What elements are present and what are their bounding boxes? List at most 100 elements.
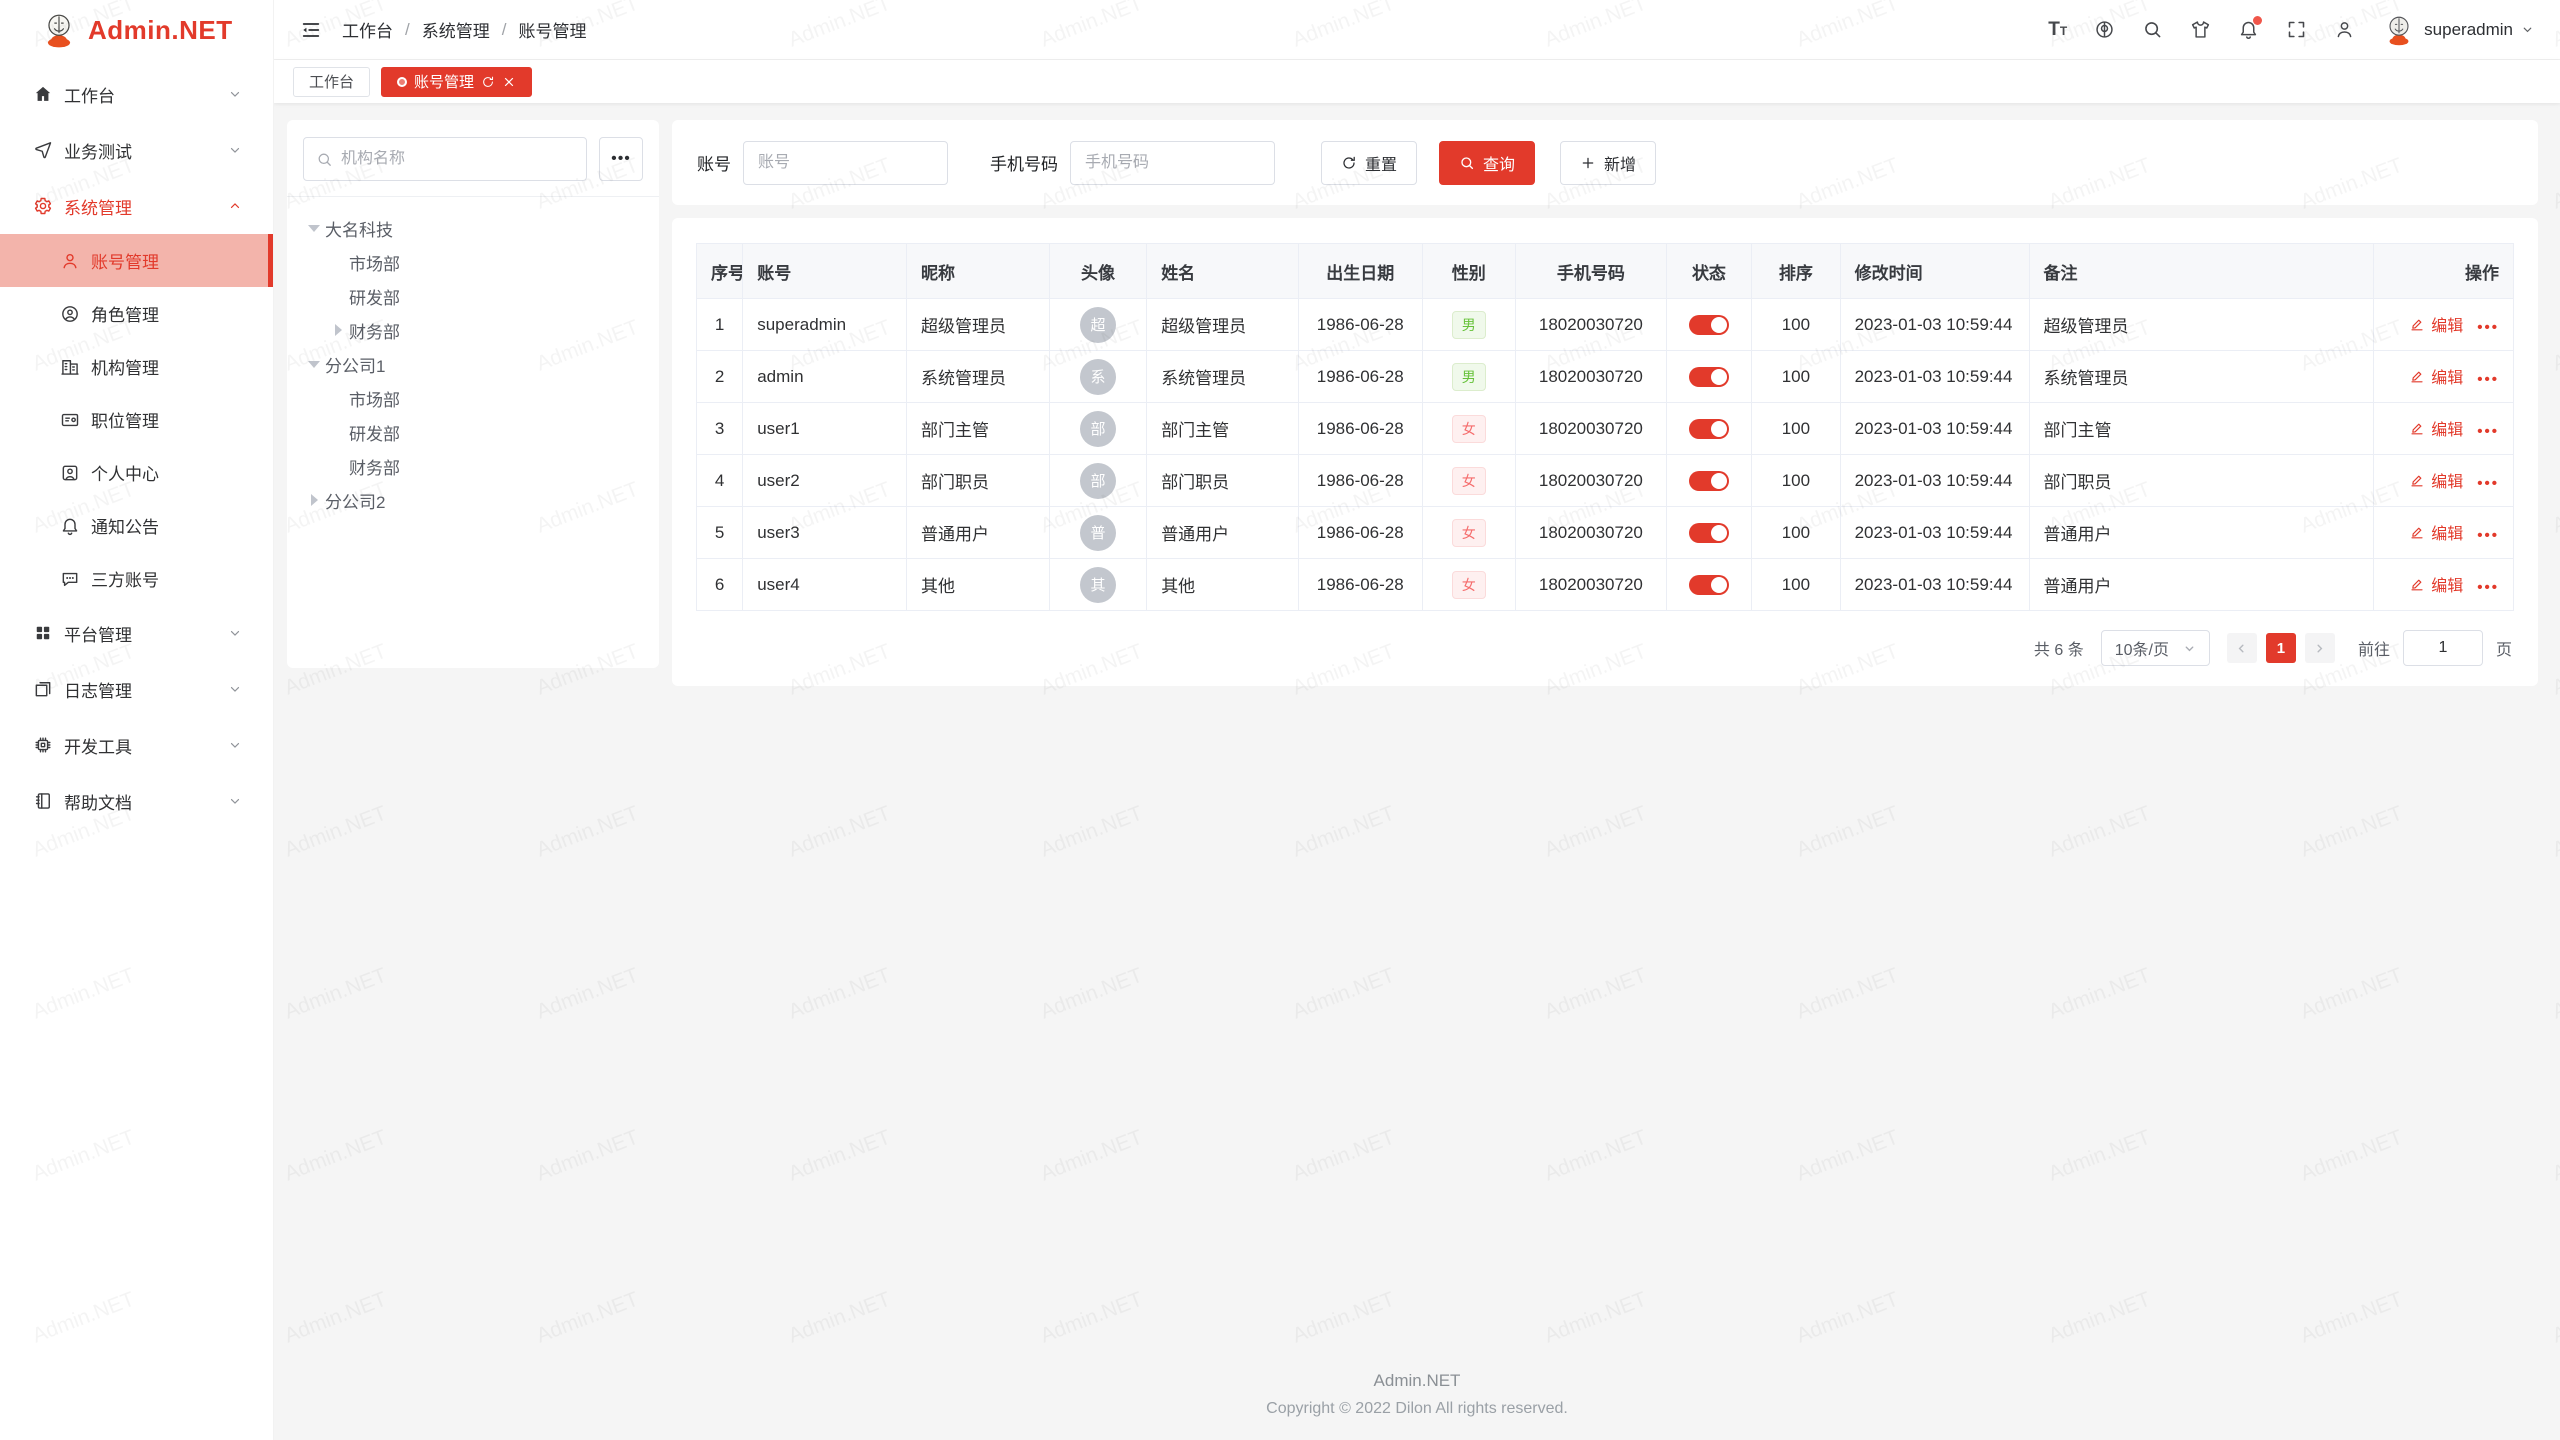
breadcrumb-item[interactable]: 工作台 [342,17,393,42]
theme-icon[interactable] [2190,19,2211,40]
page-number-button[interactable]: 1 [2266,633,2296,663]
cell-account: user1 [743,403,907,455]
search-icon[interactable] [2142,19,2163,40]
next-page-button[interactable] [2305,633,2335,663]
user-menu[interactable]: superadmin [2382,13,2534,47]
font-size-icon[interactable]: TT [2048,20,2067,39]
status-toggle[interactable] [1689,315,1729,335]
menu-label: 账号管理 [91,248,253,273]
table-row: 6user4其他其其他1986-06-28女180200307201002023… [697,559,2514,611]
breadcrumb-item[interactable]: 系统管理 [422,17,490,42]
sidebar-item-workbench[interactable]: 工作台 [0,66,273,122]
tree-node[interactable]: 研发部 [295,279,651,313]
tab-refresh-icon[interactable] [481,75,495,89]
pagination-total: 共 6 条 [2034,636,2084,660]
edit-button[interactable]: 编辑 [2409,416,2463,440]
reset-button[interactable]: 重置 [1321,141,1417,185]
sidebar-subitem-notice[interactable]: 通知公告 [0,499,273,552]
tree-node[interactable]: 财务部 [295,449,651,483]
language-icon[interactable] [2094,19,2115,40]
avatar: 普 [1080,515,1116,551]
fullscreen-icon[interactable] [2286,19,2307,40]
caret-down-icon[interactable] [303,225,325,232]
sidebar-subitem-third-account[interactable]: 三方账号 [0,552,273,605]
notification-icon[interactable] [2238,19,2259,40]
cell-sort: 100 [1752,507,1840,559]
tree-node[interactable]: 分公司1 [295,347,651,381]
cell-gender: 女 [1422,403,1515,455]
tree-node[interactable]: 市场部 [295,245,651,279]
menu-label: 帮助文档 [64,789,228,814]
cell-status [1666,403,1751,455]
edit-button[interactable]: 编辑 [2409,572,2463,596]
search-icon [316,151,333,168]
phone-input[interactable] [1070,141,1275,185]
breadcrumb-separator: / [405,20,410,40]
sidebar-subitem-personal-center[interactable]: 个人中心 [0,446,273,499]
user-icon[interactable] [2334,19,2355,40]
sidebar-item-log-mgmt[interactable]: 日志管理 [0,661,273,717]
more-actions-button[interactable]: ••• [2477,319,2499,336]
tree-node[interactable]: 研发部 [295,415,651,449]
tree-node[interactable]: 大名科技 [295,211,651,245]
gender-badge: 女 [1452,519,1486,547]
more-actions-button[interactable]: ••• [2477,423,2499,440]
sidebar-subitem-org-mgmt[interactable]: 机构管理 [0,340,273,393]
sidebar-subitem-account-mgmt[interactable]: 账号管理 [0,234,273,287]
edit-button[interactable]: 编辑 [2409,468,2463,492]
edit-button[interactable]: 编辑 [2409,312,2463,336]
page-size-select[interactable]: 10条/页 [2101,630,2210,666]
tree-node-label: 财务部 [349,318,400,343]
sidebar-subitem-position-mgmt[interactable]: 职位管理 [0,393,273,446]
more-actions-button[interactable]: ••• [2477,371,2499,388]
logo[interactable]: Admin.NET [0,0,273,60]
caret-down-icon[interactable] [303,361,325,368]
caret-right-icon[interactable] [327,324,349,336]
cell-sort: 100 [1752,299,1840,351]
status-toggle[interactable] [1689,523,1729,543]
more-actions-button[interactable]: ••• [2477,527,2499,544]
org-search-input[interactable] [341,150,574,168]
account-input[interactable] [743,141,948,185]
tree-node[interactable]: 分公司2 [295,483,651,517]
tree-node[interactable]: 市场部 [295,381,651,415]
column-header-action: 操作 [2374,244,2514,299]
menu-label: 通知公告 [91,513,253,538]
org-more-button[interactable]: ••• [599,137,643,181]
sidebar-item-help-docs[interactable]: 帮助文档 [0,773,273,829]
sidebar-item-system-mgmt[interactable]: 系统管理 [0,178,273,234]
tree-node[interactable]: 财务部 [295,313,651,347]
tab-close-icon[interactable] [502,75,516,89]
sidebar-subitem-role-mgmt[interactable]: 角色管理 [0,287,273,340]
edit-button[interactable]: 编辑 [2409,520,2463,544]
status-toggle[interactable] [1689,471,1729,491]
more-actions-button[interactable]: ••• [2477,475,2499,492]
refresh-icon [1341,155,1357,171]
menu-collapse-icon[interactable] [300,19,322,41]
status-toggle[interactable] [1689,419,1729,439]
sidebar-item-platform-mgmt[interactable]: 平台管理 [0,605,273,661]
breadcrumb-separator: / [502,20,507,40]
column-header-nickname: 昵称 [907,244,1050,299]
prev-page-button[interactable] [2227,633,2257,663]
tree-node-label: 市场部 [349,386,400,411]
query-button[interactable]: 查询 [1439,141,1535,185]
org-search-box[interactable] [303,137,587,181]
status-toggle[interactable] [1689,575,1729,595]
cell-status [1666,559,1751,611]
more-actions-button[interactable]: ••• [2477,579,2499,596]
edit-button[interactable]: 编辑 [2409,364,2463,388]
caret-right-icon[interactable] [303,494,325,506]
tab-account-mgmt[interactable]: 账号管理 [381,67,532,97]
sidebar-item-business-test[interactable]: 业务测试 [0,122,273,178]
gender-badge: 女 [1452,571,1486,599]
tree-node-label: 财务部 [349,454,400,479]
status-toggle[interactable] [1689,367,1729,387]
add-button[interactable]: 新增 [1560,141,1656,185]
goto-page-input[interactable] [2403,630,2483,666]
sidebar-item-dev-tools[interactable]: 开发工具 [0,717,273,773]
cell-remark: 超级管理员 [2029,299,2374,351]
cell-nickname: 部门职员 [907,455,1050,507]
table-header-row: 序号账号昵称头像姓名出生日期性别手机号码状态排序修改时间备注操作 [697,244,2514,299]
tab-workbench[interactable]: 工作台 [293,67,370,97]
